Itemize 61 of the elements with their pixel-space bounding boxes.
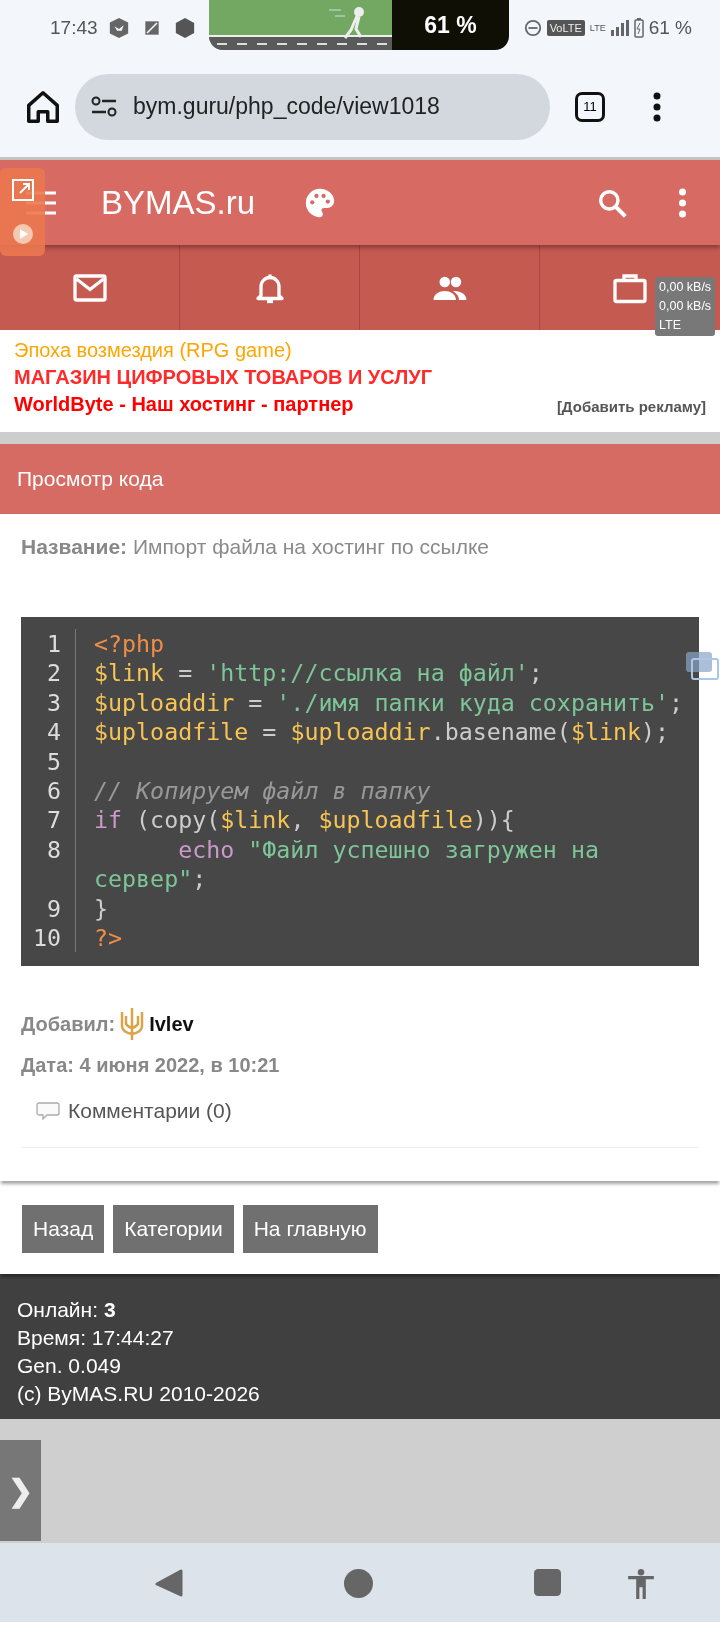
ad-link[interactable]: WorldByte - Наш хостинг - партнер xyxy=(14,391,557,418)
line-number: 2 xyxy=(21,658,76,688)
line-number: 6 xyxy=(21,776,76,806)
code-line: // Копируем файл в папку xyxy=(93,776,432,806)
comments-link[interactable]: Комментарии (0) xyxy=(68,1099,232,1124)
line-number: 7 xyxy=(21,805,76,835)
code-line: $uploaddir = './имя папки куда сохранить'; xyxy=(93,687,684,718)
expand-icon[interactable] xyxy=(11,179,34,201)
network-type: LTE xyxy=(659,317,682,334)
line-number: 8 xyxy=(21,834,76,894)
date-text: Дата: 4 июня 2022, в 10:21 xyxy=(21,1054,281,1078)
windows-icon[interactable] xyxy=(684,650,720,682)
volte-badge: VoLTE xyxy=(546,20,585,36)
site-logo[interactable]: BYMAS.ru xyxy=(101,183,256,222)
footer-text: (c) ByMAS.RU 2010-2026 xyxy=(17,1381,261,1407)
code-line: ?> xyxy=(93,923,124,953)
nav-button[interactable]: Назад xyxy=(22,1205,105,1253)
section-title: Просмотр кода xyxy=(17,467,164,490)
footer-text: Онлайн: 3 xyxy=(17,1297,117,1323)
code-line: if (copy($link, $uploadfile)){ xyxy=(93,805,516,835)
play-icon[interactable] xyxy=(11,223,34,245)
accessibility-icon[interactable] xyxy=(626,1569,656,1599)
nav-button[interactable]: Категории xyxy=(113,1205,234,1253)
battery-icon xyxy=(633,18,644,38)
address-bar[interactable]: bym.guru/php_code/view1018 xyxy=(75,73,550,140)
footer-text: Время: 17:44:27 xyxy=(17,1325,175,1351)
tab-count-button[interactable]: 11 xyxy=(575,91,605,122)
upload-speed: 0,00 kB/s xyxy=(659,279,712,296)
side-panel-toggle[interactable]: ❯ xyxy=(0,1440,41,1541)
download-speed: 0,00 kB/s xyxy=(659,298,712,315)
line-number: 10 xyxy=(21,923,76,953)
code-name: Название: Импорт файла на хостинг по ссылке xyxy=(21,534,490,560)
code-line: $uploadfile = $uploaddir.basename($link); xyxy=(93,717,671,747)
comment-icon xyxy=(36,1101,60,1122)
footer-text: Gen. 0.049 xyxy=(17,1353,122,1379)
nav-button[interactable]: На главную xyxy=(242,1205,378,1253)
network-type: LTE xyxy=(589,23,606,33)
status-time: 17:43 xyxy=(50,17,98,39)
code-line: $link = 'http://ссылка на файл'; xyxy=(93,658,544,688)
back-icon[interactable] xyxy=(155,1569,183,1597)
signal-icon xyxy=(610,20,629,36)
code-line: } xyxy=(93,893,110,924)
site-settings-icon[interactable] xyxy=(89,94,119,119)
battery-percent: 61 % xyxy=(392,0,509,50)
ad-link[interactable]: МАГАЗИН ЦИФРОВЫХ ТОВАРОВ И УСЛУГ xyxy=(14,364,557,391)
code-line: <?php xyxy=(93,629,166,659)
battery-percent: 61 % xyxy=(648,17,692,39)
code-line: echo "Файл успешно загружен на сервер"; xyxy=(93,834,600,894)
line-number: 4 xyxy=(21,717,76,747)
minus-circle-icon xyxy=(523,19,542,37)
trident-icon xyxy=(119,1006,146,1043)
line-number: 5 xyxy=(21,746,76,777)
bird-icon xyxy=(107,17,130,39)
more-icon[interactable] xyxy=(653,91,661,122)
line-number: 3 xyxy=(21,687,76,718)
hexagon-icon xyxy=(173,17,196,39)
author-label: Добавил: xyxy=(21,1012,116,1036)
line-number: 9 xyxy=(21,893,76,924)
author-link[interactable]: Ivlev xyxy=(149,1012,194,1036)
add-ad-link[interactable]: [Добавить рекламу] xyxy=(556,398,706,415)
line-number: 1 xyxy=(21,629,76,659)
